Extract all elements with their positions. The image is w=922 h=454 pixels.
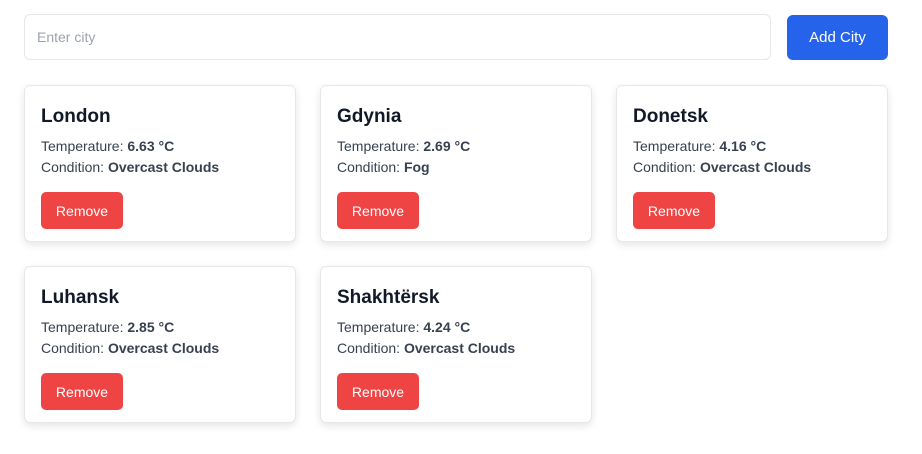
- temperature-label: Temperature:: [41, 319, 124, 335]
- condition-value: Overcast Clouds: [699, 159, 812, 175]
- condition-row: Condition: Overcast Clouds: [337, 338, 575, 358]
- condition-label: Condition:: [41, 159, 105, 175]
- city-name: Luhansk: [41, 287, 120, 308]
- temperature-value: 6.63 °C: [127, 138, 175, 154]
- temperature-value: 4.24 °C: [423, 319, 471, 335]
- temperature-value: 4.16 °C: [719, 138, 767, 154]
- condition-label: Condition:: [41, 340, 105, 356]
- city-card: Shakhtërsk Temperature: 4.24 °C Conditio…: [320, 266, 592, 423]
- temperature-label: Temperature:: [337, 319, 420, 335]
- add-city-bar: Add City: [24, 14, 888, 60]
- city-card: Gdynia Temperature: 2.69 °C Condition: F…: [320, 85, 592, 242]
- temperature-row: Temperature: 4.16 °C: [633, 136, 871, 156]
- condition-label: Condition:: [337, 340, 401, 356]
- condition-value: Overcast Clouds: [107, 340, 220, 356]
- temperature-value: 2.85 °C: [127, 319, 175, 335]
- condition-value: Overcast Clouds: [107, 159, 220, 175]
- add-city-button[interactable]: Add City: [787, 14, 888, 60]
- remove-button[interactable]: Remove: [337, 373, 419, 410]
- temperature-label: Temperature:: [337, 138, 420, 154]
- remove-button[interactable]: Remove: [41, 373, 123, 410]
- condition-row: Condition: Overcast Clouds: [41, 338, 279, 358]
- condition-label: Condition:: [337, 159, 401, 175]
- city-name: Donetsk: [633, 106, 708, 127]
- temperature-row: Temperature: 2.69 °C: [337, 136, 575, 156]
- city-card: Donetsk Temperature: 4.16 °C Condition: …: [616, 85, 888, 242]
- remove-button[interactable]: Remove: [633, 192, 715, 229]
- condition-value: Fog: [403, 159, 430, 175]
- city-cards-grid: London Temperature: 6.63 °C Condition: O…: [24, 85, 888, 423]
- temperature-row: Temperature: 6.63 °C: [41, 136, 279, 156]
- temperature-value: 2.69 °C: [423, 138, 471, 154]
- city-name: London: [41, 106, 111, 127]
- condition-label: Condition:: [633, 159, 697, 175]
- temperature-row: Temperature: 2.85 °C: [41, 317, 279, 337]
- city-input[interactable]: [24, 14, 771, 60]
- temperature-label: Temperature:: [41, 138, 124, 154]
- condition-row: Condition: Fog: [337, 157, 575, 177]
- condition-row: Condition: Overcast Clouds: [41, 157, 279, 177]
- city-name: Shakhtërsk: [337, 287, 440, 308]
- condition-row: Condition: Overcast Clouds: [633, 157, 871, 177]
- city-name: Gdynia: [337, 106, 402, 127]
- remove-button[interactable]: Remove: [337, 192, 419, 229]
- remove-button[interactable]: Remove: [41, 192, 123, 229]
- city-card: London Temperature: 6.63 °C Condition: O…: [24, 85, 296, 242]
- temperature-label: Temperature:: [633, 138, 716, 154]
- temperature-row: Temperature: 4.24 °C: [337, 317, 575, 337]
- city-card: Luhansk Temperature: 2.85 °C Condition: …: [24, 266, 296, 423]
- condition-value: Overcast Clouds: [403, 340, 516, 356]
